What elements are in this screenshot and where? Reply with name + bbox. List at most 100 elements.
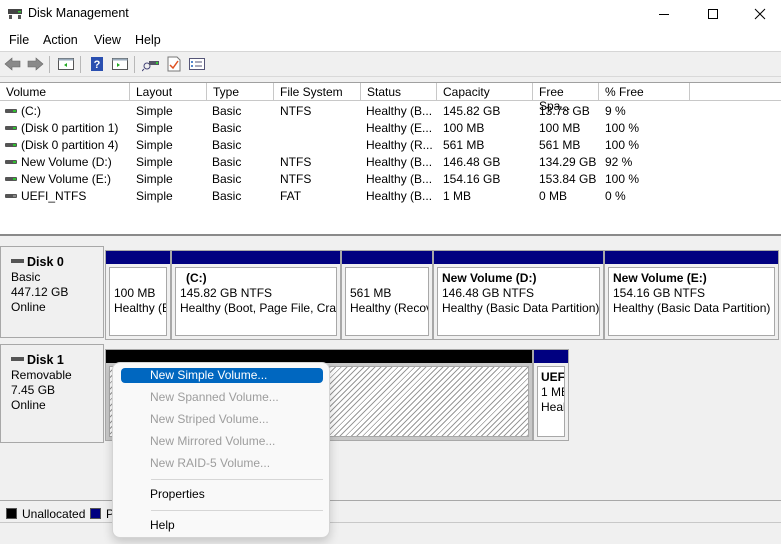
cell-layout: Simple bbox=[136, 172, 173, 186]
column-header-capacity[interactable]: Capacity bbox=[437, 83, 533, 101]
column-header-file-system[interactable]: File System bbox=[274, 83, 361, 101]
cell-type: Basic bbox=[212, 172, 242, 186]
column-header-type[interactable]: Type bbox=[207, 83, 274, 101]
partition-status: Healthy (EFI System Partition) bbox=[114, 301, 166, 315]
disk-type: Basic bbox=[11, 270, 41, 284]
volume-list: Volume Layout Type File System Status Ca… bbox=[0, 82, 781, 236]
maximize-button[interactable] bbox=[690, 0, 736, 28]
svg-text:?: ? bbox=[94, 59, 101, 71]
cell-capacity: 561 MB bbox=[443, 138, 485, 152]
disk-name: Disk 0 bbox=[27, 255, 64, 269]
cell-type: Basic bbox=[212, 138, 242, 152]
primary-partition-bar bbox=[172, 251, 340, 264]
partition-d[interactable]: New Volume (D:) 146.48 GB NTFS Healthy (Ba… bbox=[433, 250, 604, 340]
cell-volume: New Volume (D:) bbox=[21, 155, 112, 169]
table-row[interactable]: (Disk 0 partition 1) Simple Basic Healthy (… bbox=[0, 120, 781, 137]
column-header-percent-free[interactable]: % Free bbox=[599, 83, 690, 101]
cell-layout: Simple bbox=[136, 155, 173, 169]
disk-size: 447.12 GB bbox=[11, 285, 69, 299]
volume-icon bbox=[5, 143, 17, 147]
primary-partition-bar bbox=[605, 251, 778, 264]
primary-partition-bar bbox=[106, 251, 170, 264]
context-menu: New Simple Volume... New Spanned Volume.… bbox=[112, 362, 330, 538]
column-header-layout[interactable]: Layout bbox=[130, 83, 207, 101]
table-row[interactable]: UEFI_NTFS Simple Basic FAT Healthy (B... 1 MB… bbox=[0, 188, 781, 205]
primary-partition-bar bbox=[342, 251, 432, 264]
menu-action[interactable]: Action bbox=[43, 33, 78, 47]
partition-e[interactable]: New Volume (E:) 154.16 GB NTFS Healthy (Ba… bbox=[604, 250, 779, 340]
column-header-volume[interactable]: Volume bbox=[0, 83, 130, 101]
minimize-button[interactable] bbox=[641, 0, 687, 28]
cell-status: Healthy (B... bbox=[366, 104, 433, 118]
table-row[interactable]: (Disk 0 partition 4) Simple Basic Healthy (… bbox=[0, 137, 781, 154]
disk-name: Disk 1 bbox=[27, 353, 64, 367]
cell-layout: Simple bbox=[136, 121, 173, 135]
action-pane-icon[interactable] bbox=[111, 56, 129, 72]
cell-free-space: 13.78 GB bbox=[539, 104, 590, 118]
menu-separator bbox=[151, 510, 323, 511]
partition-efi[interactable]: 100 MBHealthy (EFI System Partition) bbox=[105, 250, 171, 340]
cell-status: Healthy (B... bbox=[366, 155, 433, 169]
cell-volume: (Disk 0 partition 4) bbox=[21, 138, 119, 152]
properties-icon[interactable] bbox=[188, 56, 206, 72]
cell-file-system: NTFS bbox=[280, 104, 312, 118]
connect-icon[interactable] bbox=[142, 56, 160, 72]
cell-type: Basic bbox=[212, 104, 242, 118]
back-arrow-icon[interactable] bbox=[4, 56, 22, 72]
cell-status: Healthy (R... bbox=[366, 138, 433, 152]
volume-icon bbox=[5, 126, 17, 130]
cell-file-system: NTFS bbox=[280, 172, 312, 186]
table-row[interactable]: New Volume (D:) Simple Basic NTFS Healthy (B… bbox=[0, 154, 781, 171]
table-row[interactable]: (C:) Simple Basic NTFS Healthy (B... 145.82 G… bbox=[0, 103, 781, 120]
cell-capacity: 100 MB bbox=[443, 121, 485, 135]
menu-item-new-mirrored-volume[interactable]: New Mirrored Volume... bbox=[121, 434, 323, 449]
partition-recovery[interactable]: 561 MBHealthy (Recovery Partition) bbox=[341, 250, 433, 340]
cell-layout: Simple bbox=[136, 189, 173, 203]
menu-item-new-simple-volume[interactable]: New Simple Volume... bbox=[121, 368, 323, 383]
partition-status: Healthy (Boot, Page File, Crash Dump, Ba… bbox=[180, 301, 337, 315]
cell-volume: (Disk 0 partition 1) bbox=[21, 121, 119, 135]
close-button[interactable] bbox=[737, 0, 781, 28]
cell-volume: New Volume (E:) bbox=[21, 172, 112, 186]
partition-label: UEFI_NTFS bbox=[541, 370, 565, 384]
column-header-free-space[interactable]: Free Spa... bbox=[533, 83, 599, 113]
menu-bar: File Action View Help bbox=[0, 28, 781, 52]
menu-item-new-raid5-volume[interactable]: New RAID-5 Volume... bbox=[121, 456, 323, 471]
menu-help[interactable]: Help bbox=[135, 33, 161, 47]
cell-volume: UEFI_NTFS bbox=[21, 189, 87, 203]
partition-label: (C:) bbox=[186, 271, 207, 285]
primary-partition-bar bbox=[434, 251, 603, 264]
forward-arrow-icon[interactable] bbox=[26, 56, 44, 72]
table-row[interactable]: New Volume (E:) Simple Basic NTFS Healthy (B… bbox=[0, 171, 781, 188]
disk-0-header[interactable]: Disk 0 Basic 447.12 GB Online bbox=[0, 246, 104, 338]
cell-status: Healthy (B... bbox=[366, 172, 433, 186]
disk-icon bbox=[11, 258, 24, 263]
partition-label: New Volume (D:) bbox=[442, 271, 537, 285]
console-tree-icon[interactable] bbox=[57, 56, 75, 72]
disk-1-header[interactable]: Disk 1 Removable 7.45 GB Online bbox=[0, 344, 104, 443]
help-icon[interactable]: ? bbox=[88, 56, 106, 72]
cell-status: Healthy (B... bbox=[366, 189, 433, 203]
cell-status: Healthy (E... bbox=[366, 121, 433, 135]
cell-free-space: 153.84 GB bbox=[539, 172, 597, 186]
menu-item-properties[interactable]: Properties bbox=[121, 487, 323, 502]
menu-file[interactable]: File bbox=[9, 33, 29, 47]
partition-size: 1 MB bbox=[541, 385, 564, 399]
cell-type: Basic bbox=[212, 121, 242, 135]
cell-percent-free: 100 % bbox=[605, 172, 640, 186]
menu-item-new-spanned-volume[interactable]: New Spanned Volume... bbox=[121, 390, 323, 405]
cell-capacity: 1 MB bbox=[443, 189, 472, 203]
partition-c[interactable]: (C:) 145.82 GB NTFS Healthy (Boot, Page Fi… bbox=[171, 250, 341, 340]
partition-label: New Volume (E:) bbox=[613, 271, 707, 285]
menu-view[interactable]: View bbox=[94, 33, 121, 47]
check-icon[interactable] bbox=[165, 56, 183, 72]
disk-icon bbox=[11, 356, 24, 361]
disk-management-icon bbox=[8, 9, 22, 19]
menu-item-new-striped-volume[interactable]: New Striped Volume... bbox=[121, 412, 323, 427]
cell-file-system: FAT bbox=[280, 189, 302, 203]
cell-layout: Simple bbox=[136, 138, 173, 152]
column-header-status[interactable]: Status bbox=[361, 83, 437, 101]
menu-item-help[interactable]: Help bbox=[121, 518, 323, 533]
partition-uefi-ntfs[interactable]: UEFI_NTFS1 MBHealthy bbox=[533, 349, 569, 441]
partition-size: 154.16 GB NTFS bbox=[613, 286, 706, 300]
